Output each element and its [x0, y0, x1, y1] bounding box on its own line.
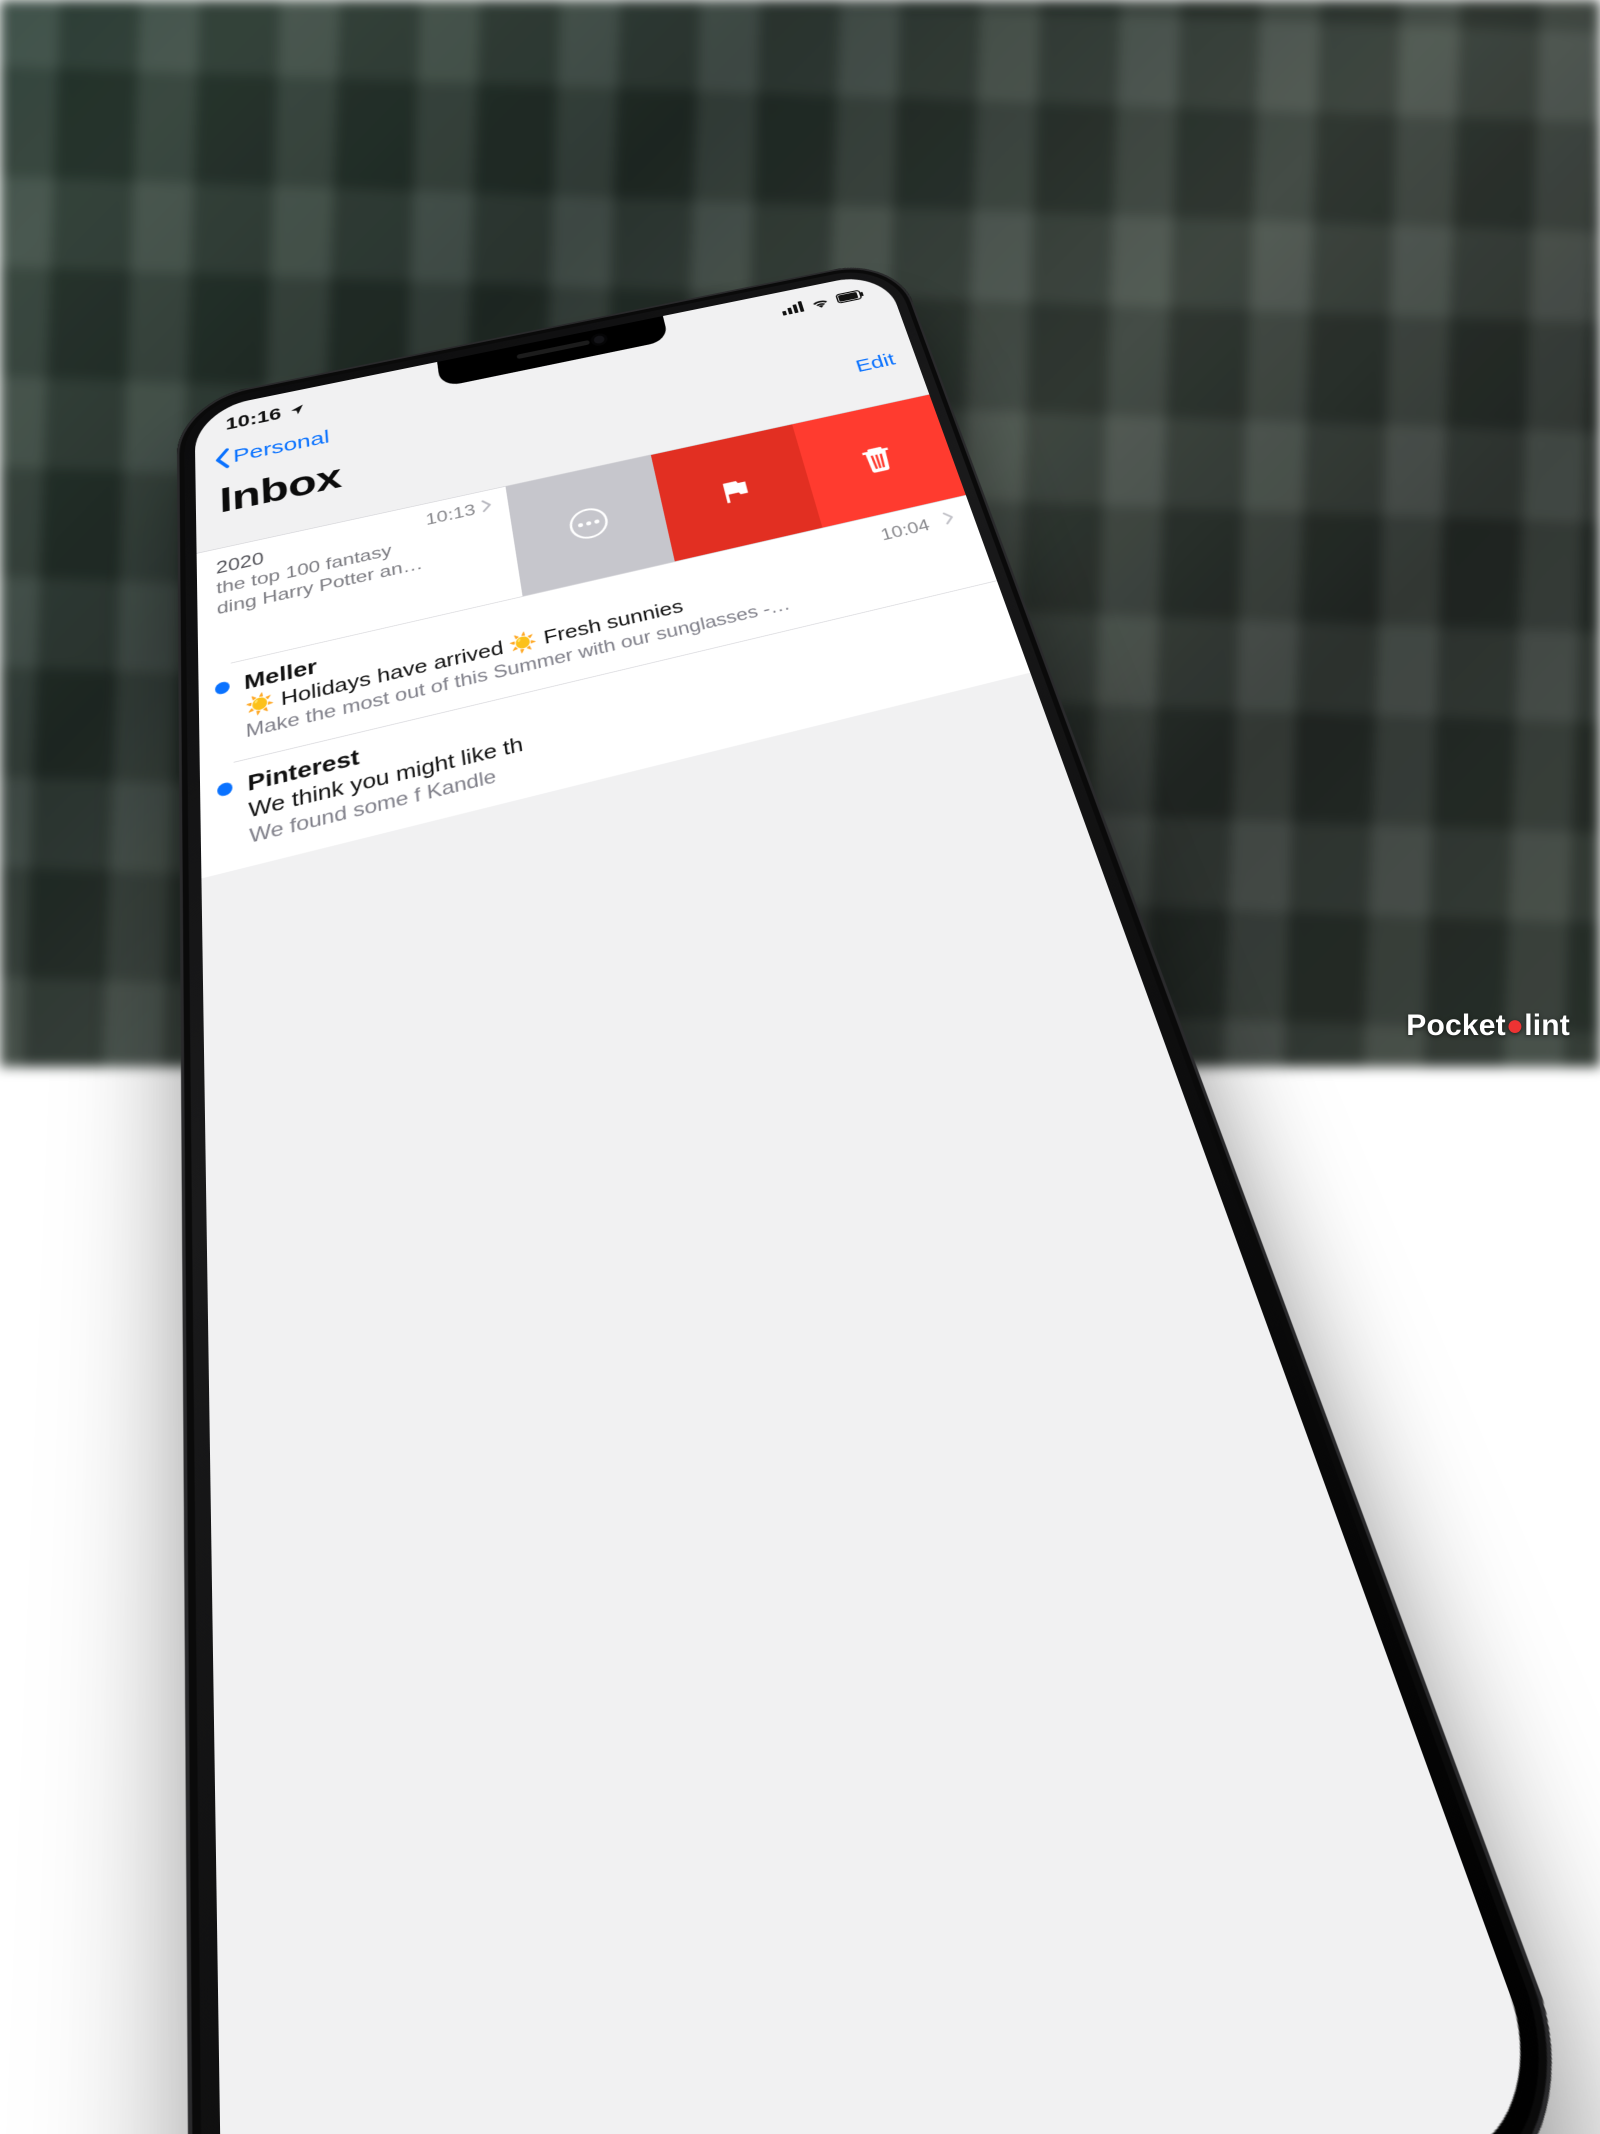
battery-icon	[835, 289, 865, 304]
iphone-device: 10:16	[177, 257, 1597, 2134]
more-icon	[567, 505, 610, 543]
edit-button[interactable]: Edit	[853, 350, 900, 383]
earpiece-speaker	[517, 340, 590, 359]
location-services-icon	[289, 403, 306, 418]
flag-icon	[714, 473, 756, 508]
cellular-signal-icon	[780, 301, 805, 316]
chevron-left-icon	[213, 447, 232, 471]
message-list[interactable]: 10:13 2020 the top 100 fantasy ding Harr…	[197, 394, 1555, 2134]
wifi-icon	[809, 296, 831, 310]
front-camera	[593, 335, 605, 345]
trash-icon	[856, 442, 899, 476]
phone-screen: 10:16	[194, 271, 1554, 2134]
unread-indicator	[215, 680, 230, 695]
unread-indicator	[217, 781, 232, 797]
status-time: 10:16	[225, 404, 281, 433]
